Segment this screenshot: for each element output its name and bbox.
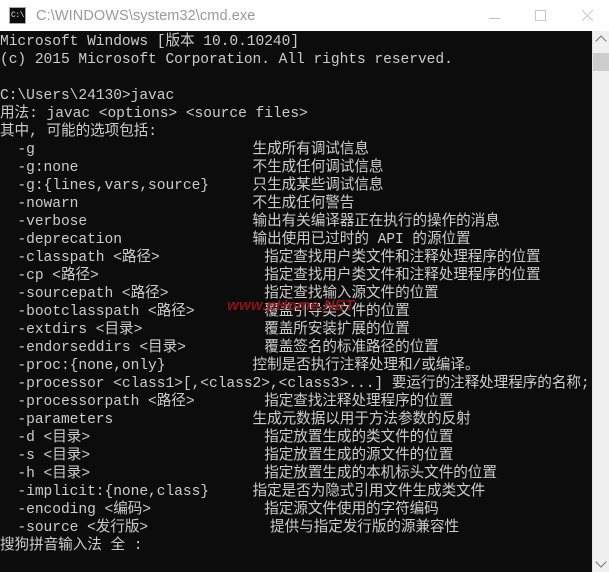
close-button[interactable]: [563, 0, 609, 31]
console-line: -encoding <编码> 指定源文件使用的字符编码: [0, 502, 439, 518]
console-line: -endorseddirs <目录> 覆盖签名的标准路径的位置: [0, 340, 439, 356]
chevron-down-icon: [595, 556, 607, 568]
maximize-button[interactable]: [517, 0, 563, 31]
console-line: 其中, 可能的选项包括:: [0, 124, 158, 140]
console-line: -nowarn 不生成任何警告: [0, 196, 355, 212]
console-line: -g 生成所有调试信息: [0, 142, 369, 158]
scrollbar-track[interactable]: [593, 48, 609, 555]
console-area[interactable]: Microsoft Windows [版本 10.0.10240] (c) 201…: [0, 31, 609, 572]
scroll-down-button[interactable]: [593, 555, 609, 572]
console-line: (c) 2015 Microsoft Corporation. All righ…: [0, 52, 453, 68]
window-controls: [471, 0, 609, 31]
console-line: -g:none 不生成任何调试信息: [0, 160, 384, 176]
console-line: -extdirs <目录> 覆盖所安装扩展的位置: [0, 322, 410, 338]
console-line: -bootclasspath <路径> 覆盖引导类文件的位置: [0, 304, 410, 320]
close-icon: [580, 9, 593, 22]
window-title: C:\WINDOWS\system32\cmd.exe: [36, 7, 256, 24]
console-line: -s <目录> 指定放置生成的源文件的位置: [0, 448, 454, 464]
console-line: -h <目录> 指定放置生成的本机标头文件的位置: [0, 466, 497, 482]
console-line: 搜狗拼音输入法 全 :: [0, 538, 143, 554]
minimize-icon: [488, 17, 500, 19]
console-line: -parameters 生成元数据以用于方法参数的反射: [0, 412, 471, 428]
console-line: -implicit:{none,class} 指定是否为隐式引用文件生成类文件: [0, 484, 486, 500]
console-line: 用法: javac <options> <source files>: [0, 106, 308, 122]
console-line: -deprecation 输出使用已过时的 API 的源位置: [0, 232, 471, 248]
console-line: -d <目录> 指定放置生成的类文件的位置: [0, 430, 454, 446]
console-line: C:\Users\24130>javac: [0, 88, 175, 104]
chevron-up-icon: [595, 35, 607, 47]
console-text: Microsoft Windows [版本 10.0.10240] (c) 201…: [0, 33, 592, 555]
title-bar-left: C:\WINDOWS\system32\cmd.exe: [0, 7, 471, 24]
console-line: -processor <class1>[,<class2>,<class3>..…: [17, 376, 590, 392]
scroll-up-button[interactable]: [593, 31, 609, 48]
console-line: -proc:{none,only} 控制是否执行注释处理和/或编译。: [0, 358, 480, 374]
console-line: Microsoft Windows [版本 10.0.10240]: [0, 34, 300, 50]
minimize-button[interactable]: [471, 0, 517, 31]
console-line: -g:{lines,vars,source} 只生成某些调试信息: [0, 178, 384, 194]
console-line: -cp <路径> 指定查找用户类文件和注释处理程序的位置: [0, 268, 541, 284]
console-line: -source <发行版> 提供与指定发行版的源兼容性: [0, 520, 460, 536]
console-line: -processorpath <路径> 指定查找注释处理程序的位置: [0, 394, 454, 410]
console-line: -sourcepath <路径> 指定查找输入源文件的位置: [0, 286, 439, 302]
vertical-scrollbar[interactable]: [592, 31, 609, 572]
console-line: -verbose 输出有关编译器正在执行的操作的消息: [0, 214, 500, 230]
title-bar[interactable]: C:\WINDOWS\system32\cmd.exe: [0, 0, 609, 31]
maximize-icon: [534, 10, 546, 21]
console-line: -classpath <路径> 指定查找用户类文件和注释处理程序的位置: [0, 250, 541, 266]
cmd-icon[interactable]: [9, 7, 26, 24]
cmd-window: C:\WINDOWS\system32\cmd.exe Microsoft Wi…: [0, 0, 609, 572]
console-viewport[interactable]: Microsoft Windows [版本 10.0.10240] (c) 201…: [0, 31, 592, 572]
scrollbar-thumb[interactable]: [593, 52, 609, 71]
